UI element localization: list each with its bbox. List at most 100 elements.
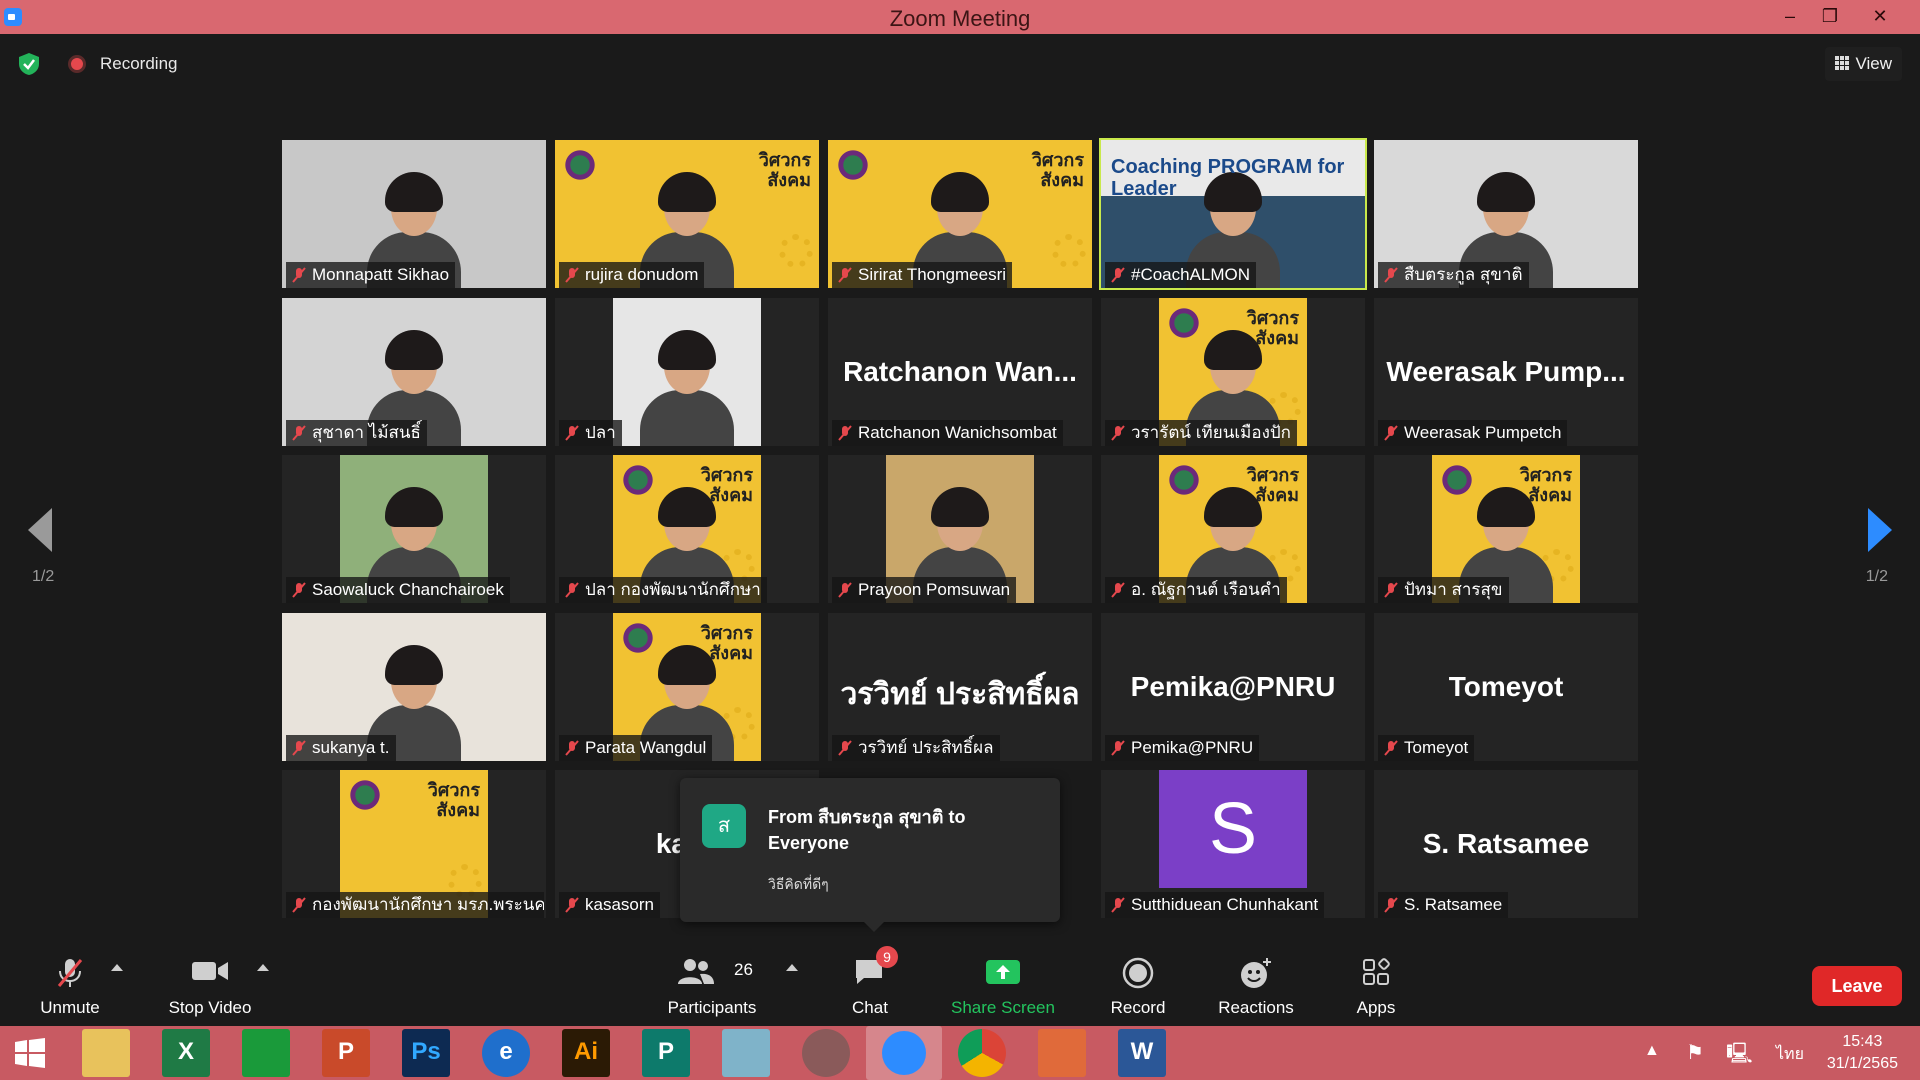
chat-notification-popup[interactable]: ส From สืบตระกูล สุขาติ to Everyone วิธี… [680,778,1060,932]
meeting-topbar: Recording View [0,34,1920,94]
taskbar-clock[interactable]: 15:43 31/1/2565 [1827,1031,1898,1075]
security-shield-icon[interactable] [18,52,40,76]
participant-tile[interactable]: Ratchanon Wan... Ratchanon Wanichsombat [828,298,1092,446]
participant-tile[interactable]: ปลา [555,298,819,446]
audio-options-caret-icon[interactable] [111,964,123,971]
participant-tile[interactable]: Pemika@PNRU Pemika@PNRU [1101,613,1365,761]
publisher-icon[interactable]: P [642,1029,690,1077]
network-icon[interactable]: 🖳 [1726,1039,1753,1073]
participant-name-label: ปัทมา สารสุข [1378,577,1509,603]
muted-microphone-icon [1111,267,1125,283]
microphone-muted-icon [57,959,83,987]
participant-tile[interactable]: Weerasak Pump... Weerasak Pumpetch [1374,298,1638,446]
close-button[interactable]: ✕ [1860,0,1900,34]
participant-name: Monnapatt Sikhao [312,265,450,284]
reactions-button[interactable]: Reactions [1206,946,1306,1026]
participant-name: ปัทมา สารสุข [1404,580,1503,599]
participant-tile[interactable]: rujira donudom [555,140,819,288]
word-icon[interactable]: W [1118,1029,1166,1077]
file-explorer-icon[interactable] [82,1029,130,1077]
participants-button[interactable]: 26 Participants [652,946,772,1026]
next-page-arrow-icon[interactable] [1868,508,1892,552]
muted-microphone-icon [1111,740,1125,756]
powerpoint-icon[interactable]: P [322,1029,370,1077]
participant-tile[interactable]: Prayoon Pomsuwan [828,455,1092,603]
participant-name-label: Pemika@PNRU [1105,735,1260,761]
video-options-caret-icon[interactable] [257,964,269,971]
stop-video-button[interactable]: Stop Video [160,946,260,1026]
reactions-label: Reactions [1218,998,1294,1017]
participant-tile[interactable]: S Sutthiduean Chunhakant [1101,770,1365,918]
muted-microphone-icon [292,582,306,598]
participant-tile[interactable]: วรารัตน์ เทียนเมืองปัก [1101,298,1365,446]
participant-name: ปลา กองพัฒนานักศึกษา [585,580,761,599]
tray-overflow-caret-icon[interactable]: ▲ [1644,1042,1660,1060]
maximize-button[interactable]: ❐ [1810,0,1850,34]
window-title: Zoom Meeting [889,6,1031,31]
participant-tile[interactable]: Parata Wangdul [555,613,819,761]
participants-options-caret-icon[interactable] [786,964,798,971]
chat-button[interactable]: 9 Chat [830,946,910,1026]
participant-name-label: ปลา กองพัฒนานักศึกษา [559,577,767,603]
share-screen-button[interactable]: Share Screen [940,946,1066,1026]
participant-name: ปลา [585,423,616,442]
participant-tile[interactable]: สืบตระกูล สุขาติ [1374,140,1638,288]
windows-start-icon[interactable] [14,1037,46,1069]
store-icon[interactable] [242,1029,290,1077]
participant-tile[interactable]: Coaching PROGRAM for Leader #CoachALMON [1099,138,1367,290]
zoom-taskbar-active[interactable] [866,1026,942,1080]
participant-tile[interactable]: อ. ณัฐกานต์ เรือนคำ [1101,455,1365,603]
slides-icon[interactable] [1038,1029,1086,1077]
unmute-button[interactable]: Unmute [30,946,110,1026]
participant-avatar: S [1159,770,1307,888]
notes-icon[interactable] [722,1029,770,1077]
participant-tile[interactable]: Sirirat Thongmeesri [828,140,1092,288]
stop-video-label: Stop Video [168,998,252,1017]
muted-microphone-icon [565,582,579,598]
muted-microphone-icon [838,740,852,756]
participant-name-label: #CoachALMON [1105,262,1257,288]
participant-name: Prayoon Pomsuwan [858,580,1011,599]
muted-microphone-icon [292,897,306,913]
chrome-icon[interactable] [958,1029,1006,1077]
participant-video [613,298,761,446]
excel-icon[interactable]: X [162,1029,210,1077]
view-button[interactable]: View [1825,47,1902,81]
minimize-button[interactable]: – [1770,0,1810,34]
muted-microphone-icon [1384,740,1398,756]
illustrator-icon[interactable]: Ai [562,1029,610,1077]
participant-name-label: Saowaluck Chanchairoek [286,577,510,603]
participant-tile[interactable]: Tomeyot Tomeyot [1374,613,1638,761]
participant-name: Ratchanon Wanichsombat [858,423,1057,442]
participant-name-label: Prayoon Pomsuwan [832,577,1017,603]
participant-name-label: kasasorn [559,892,660,918]
participant-name-label: สืบตระกูล สุขาติ [1378,262,1529,288]
muted-microphone-icon [565,897,579,913]
participant-tile[interactable]: วรวิทย์ ประสิทธิ์ผล วรวิทย์ ประสิทธิ์ผล [828,613,1092,761]
participant-name: Tomeyot [1404,738,1469,757]
participant-name: Saowaluck Chanchairoek [312,580,504,599]
previous-page-arrow-icon[interactable] [28,508,52,552]
action-center-flag-icon[interactable]: ⚑ [1686,1040,1704,1065]
participant-tile[interactable]: ปัทมา สารสุข [1374,455,1638,603]
participant-tile[interactable]: S. Ratsamee S. Ratsamee [1374,770,1638,918]
internet-explorer-icon[interactable]: e [482,1029,530,1077]
participant-tile[interactable]: Saowaluck Chanchairoek [282,455,546,603]
participants-icon [678,959,714,984]
apps-icon [1363,958,1390,985]
participant-tile[interactable]: กองพัฒนานักศึกษา มรภ.พระนคร [282,770,546,918]
participant-name: S. Ratsamee [1404,895,1503,914]
leave-button[interactable]: Leave [1812,966,1902,1006]
clock-time: 15:43 [1842,1033,1883,1050]
muted-microphone-icon [1111,582,1125,598]
participant-tile[interactable]: สุชาดา ไม้สนธิ์ [282,298,546,446]
apps-button[interactable]: Apps [1336,946,1416,1026]
input-language[interactable]: ไทย [1776,1042,1804,1067]
record-button[interactable]: Record [1090,946,1186,1026]
participant-name: สุชาดา ไม้สนธิ์ [312,423,421,442]
participant-tile[interactable]: sukanya t. [282,613,546,761]
participant-tile[interactable]: Monnapatt Sikhao [282,140,546,288]
photoshop-icon[interactable]: Ps [402,1029,450,1077]
participant-tile[interactable]: ปลา กองพัฒนานักศึกษา [555,455,819,603]
photoscape-icon[interactable] [802,1029,850,1077]
